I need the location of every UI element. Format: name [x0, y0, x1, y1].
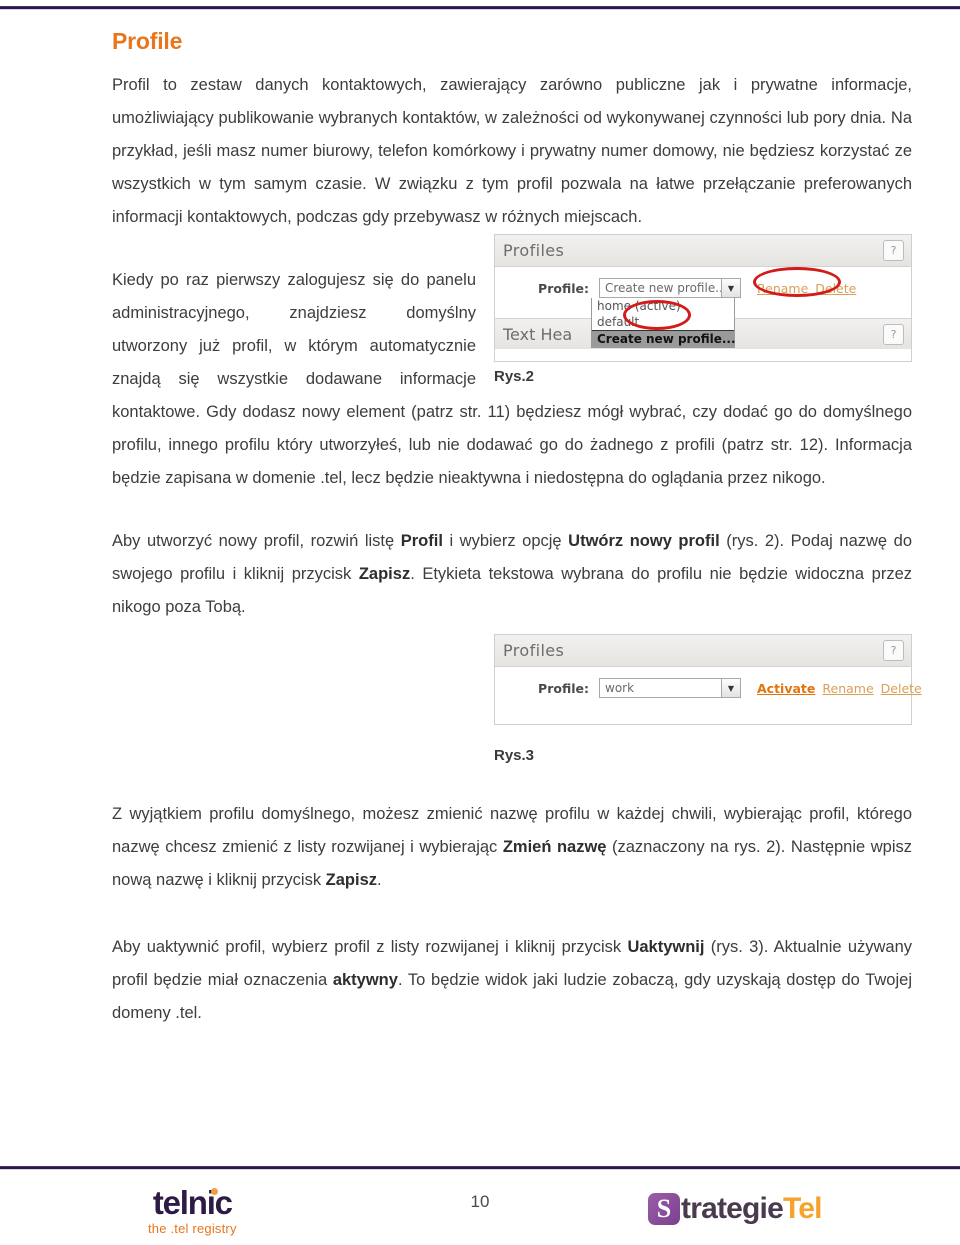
telnic-tagline: the .tel registry	[148, 1221, 237, 1236]
p4-seg-d: .	[377, 871, 382, 889]
figure-2: Profiles ? Profile: Create new profile..…	[494, 234, 912, 385]
p3-bold-utworz: Utwórz nowy profil	[568, 532, 720, 550]
profile-field-label: Profile:	[538, 681, 589, 696]
p5-bold-aktywny: aktywny	[332, 971, 398, 989]
profile-action-links: Activate Rename Delete	[757, 678, 922, 697]
text-header-panel-title: Text Hea	[503, 324, 573, 344]
profile-select-value: work	[605, 681, 635, 695]
strategietel-word2: Tel	[782, 1192, 823, 1225]
document-content: Profile Profil to zestaw danych kontakto…	[112, 28, 922, 1030]
chevron-down-icon[interactable]: ▼	[721, 279, 740, 297]
profile-field-label: Profile:	[538, 281, 589, 296]
strategietel-logo: S trategie Tel	[648, 1192, 822, 1226]
profile-action-links: Rename Delete	[757, 278, 863, 297]
profiles-panel-header: Profiles ?	[495, 235, 911, 267]
bottom-rule	[0, 1166, 960, 1170]
figure-3-caption: Rys.3	[494, 747, 535, 764]
profiles-panel-title: Profiles	[503, 241, 565, 260]
paragraph-activate: Aby uaktywnić profil, wybierz profil z l…	[112, 931, 912, 1030]
delete-link[interactable]: Delete	[815, 281, 856, 296]
figure-2-caption: Rys.2	[494, 368, 535, 385]
page-title: Profile	[112, 28, 183, 54]
paragraph-rename: Z wyjątkiem profilu domyślnego, możesz z…	[112, 798, 912, 897]
p5-seg-a: Aby uaktywnić profil, wybierz profil z l…	[112, 938, 628, 956]
p5-bold-uaktywnij: Uaktywnij	[627, 938, 705, 956]
dropdown-option-create-new[interactable]: Create new profile...	[592, 330, 736, 347]
activate-link[interactable]: Activate	[757, 681, 815, 696]
profile-select[interactable]: work ▼	[599, 678, 741, 698]
figure-3: Profiles ? Profile: work ▼ Activate Renam…	[494, 634, 922, 764]
paragraph-create-profile: Aby utworzyć nowy profil, rozwiń listę P…	[112, 525, 912, 624]
help-icon[interactable]: ?	[883, 324, 904, 345]
help-icon[interactable]: ?	[883, 640, 904, 661]
p3-bold-profil: Profil	[400, 532, 443, 550]
chevron-down-icon[interactable]: ▼	[721, 679, 740, 697]
dropdown-option-home[interactable]: home (active)	[592, 298, 734, 314]
page-footer: telnic the .tel registry 10 S trategie T…	[0, 1178, 960, 1240]
help-icon[interactable]: ?	[883, 240, 904, 261]
profile-select[interactable]: Create new profile.. ▼	[599, 278, 741, 298]
profiles-panel-body: Profile: Create new profile.. ▼ Rename De…	[495, 267, 911, 348]
profiles-panel-fig2: Profiles ? Profile: Create new profile..…	[494, 234, 912, 362]
p3-seg-a: Aby utworzyć nowy profil, rozwiń listę	[112, 532, 401, 550]
panel-footer-spacer	[495, 349, 911, 361]
rename-link[interactable]: Rename	[822, 681, 873, 696]
profiles-panel-header: Profiles ?	[495, 635, 911, 667]
profiles-panel-title: Profiles	[503, 641, 565, 660]
delete-link[interactable]: Delete	[881, 681, 922, 696]
profiles-panel-body: Profile: work ▼ Activate Rename Delete	[495, 667, 922, 724]
top-rule	[0, 6, 960, 10]
p3-seg-c: i wybierz opcję	[442, 532, 569, 550]
p3-bold-zapisz: Zapisz	[358, 565, 411, 583]
p4-bold-zapisz: Zapisz	[325, 871, 378, 889]
paragraph-intro: Profil to zestaw danych kontaktowych, za…	[112, 76, 912, 226]
dropdown-option-default[interactable]: default	[592, 314, 734, 330]
profile-select-value: Create new profile..	[605, 281, 723, 295]
profile-dropdown-list[interactable]: home (active) default Create new profile…	[591, 298, 736, 348]
profiles-panel-fig3: Profiles ? Profile: work ▼ Activate Renam…	[494, 634, 922, 725]
p4-bold-zmien-nazwe: Zmień nazwę	[502, 838, 607, 856]
strategietel-word1: trategie	[681, 1192, 784, 1225]
rename-link[interactable]: Rename	[757, 281, 808, 296]
strategietel-badge-icon: S	[648, 1193, 680, 1225]
